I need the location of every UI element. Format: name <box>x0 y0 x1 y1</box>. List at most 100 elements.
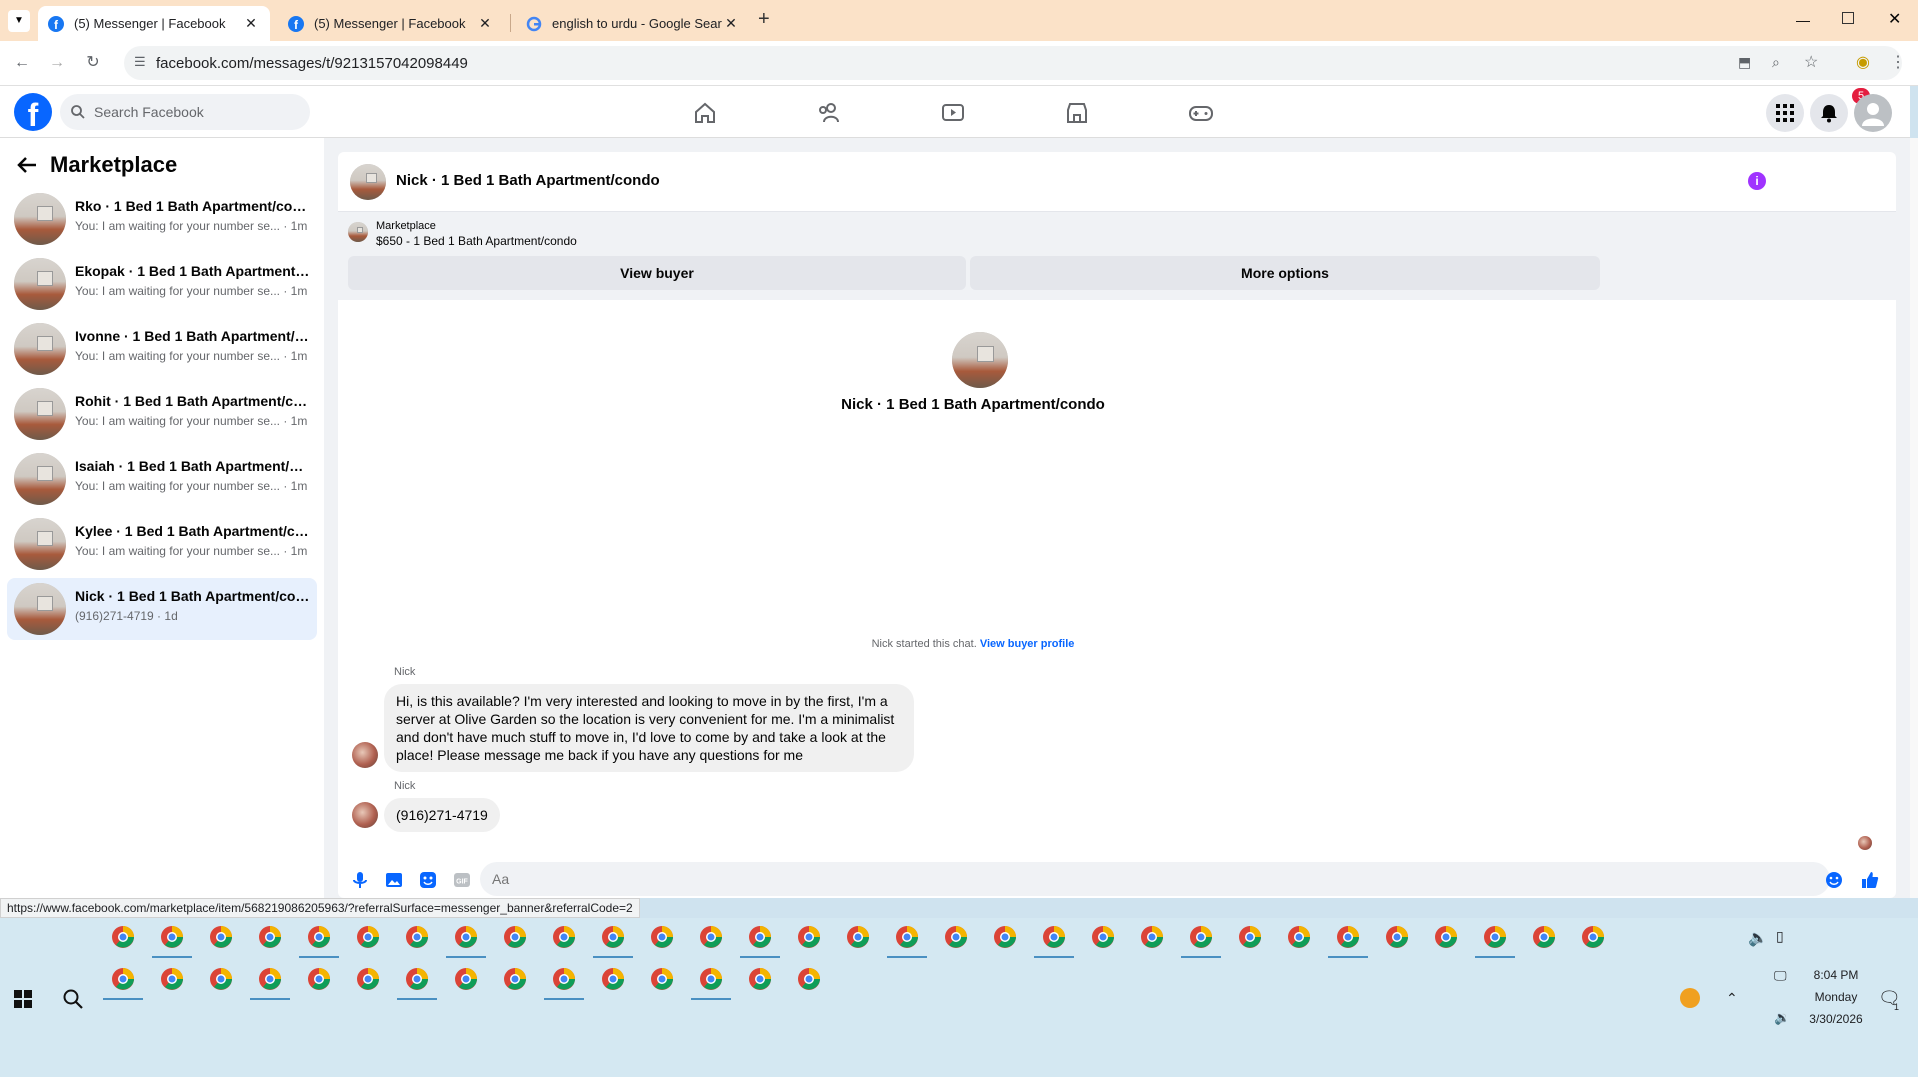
taskbar-app-icon[interactable] <box>453 924 479 950</box>
taskbar-app-icon[interactable] <box>1041 924 1067 950</box>
taskbar-app-icon[interactable] <box>600 924 626 950</box>
taskbar-app-icon[interactable] <box>551 966 577 992</box>
chat-title[interactable]: Nick · 1 Bed 1 Bath Apartment/condo <box>396 172 660 189</box>
taskbar-app-icon[interactable] <box>159 924 185 950</box>
conversation-item[interactable]: Kylee · 1 Bed 1 Bath Apartment/co... You:… <box>7 513 317 575</box>
taskbar-app-icon[interactable] <box>747 966 773 992</box>
taskbar-app-icon[interactable] <box>747 924 773 950</box>
marketplace-icon[interactable] <box>1064 100 1090 126</box>
taskbar-app-icon[interactable] <box>1482 924 1508 950</box>
taskbar-app-icon[interactable] <box>208 924 234 950</box>
speaker-icon[interactable]: 🔉 <box>1774 1010 1790 1026</box>
taskbar-app-icon[interactable] <box>894 924 920 950</box>
banner-item[interactable]: $650 - 1 Bed 1 Bath Apartment/condo <box>376 234 577 248</box>
friends-icon[interactable] <box>816 100 842 126</box>
taskbar-app-icon[interactable] <box>110 924 136 950</box>
restore-icon[interactable] <box>1842 12 1854 24</box>
taskbar-app-icon[interactable] <box>257 924 283 950</box>
network-icon[interactable]: 🖵 <box>1774 968 1787 984</box>
conversation-item[interactable]: Rko · 1 Bed 1 Bath Apartment/condo You: I… <box>7 188 317 250</box>
page-scrollbar[interactable] <box>1910 138 1918 898</box>
sender-avatar[interactable] <box>352 742 378 768</box>
taskbar-app-icon[interactable] <box>992 924 1018 950</box>
account-avatar[interactable] <box>1854 94 1892 132</box>
taskbar-app-icon[interactable] <box>404 966 430 992</box>
view-buyer-button[interactable]: View buyer <box>348 256 966 290</box>
profile-icon[interactable]: ◉ <box>1853 53 1873 73</box>
battery-icon[interactable]: ▯ <box>1776 928 1784 945</box>
search-icon[interactable] <box>62 988 84 1010</box>
conversation-item[interactable]: Nick · 1 Bed 1 Bath Apartment/con... (916… <box>7 578 317 640</box>
taskbar-app-icon[interactable] <box>453 966 479 992</box>
chat-avatar[interactable] <box>350 164 386 200</box>
tab-search-button[interactable]: ▼ <box>8 10 30 32</box>
video-icon[interactable] <box>940 100 966 126</box>
taskbar-app-icon[interactable] <box>1531 924 1557 950</box>
site-info-icon[interactable]: ☰ <box>134 54 146 70</box>
photo-icon[interactable] <box>384 870 404 890</box>
taskbar-app-icon[interactable] <box>551 924 577 950</box>
sticker-icon[interactable] <box>418 870 438 890</box>
taskbar-app-icon[interactable] <box>698 966 724 992</box>
profile-avatar[interactable] <box>952 332 1008 388</box>
gaming-icon[interactable] <box>1188 100 1214 126</box>
taskbar-app-icon[interactable] <box>502 966 528 992</box>
taskbar-app-icon[interactable] <box>796 924 822 950</box>
message-bubble[interactable]: (916)271-4719 <box>384 798 500 832</box>
message-input[interactable] <box>480 862 1830 896</box>
taskbar-app-icon[interactable] <box>404 924 430 950</box>
install-app-icon[interactable]: ⬒ <box>1738 54 1751 71</box>
taskbar-app-icon[interactable] <box>845 924 871 950</box>
back-icon[interactable]: ← <box>12 53 32 73</box>
conversation-item[interactable]: Ekopak · 1 Bed 1 Bath Apartment/c... You:… <box>7 253 317 315</box>
taskbar-app-icon[interactable] <box>355 924 381 950</box>
minimize-icon[interactable]: — <box>1796 12 1810 28</box>
taskbar-app-icon[interactable] <box>1433 924 1459 950</box>
bookmark-star-icon[interactable]: ☆ <box>1804 52 1818 72</box>
address-bar[interactable]: ☰ facebook.com/messages/t/92131570420984… <box>124 46 1902 80</box>
weather-moon-icon[interactable] <box>1680 988 1700 1008</box>
taskbar-app-icon[interactable] <box>159 966 185 992</box>
clock-time[interactable]: 8:04 PM <box>1806 968 1866 982</box>
conversation-item[interactable]: Ivonne · 1 Bed 1 Bath Apartment/c... You:… <box>7 318 317 380</box>
taskbar-app-icon[interactable] <box>257 966 283 992</box>
close-tab-icon[interactable]: ✕ <box>242 15 260 32</box>
taskbar-app-icon[interactable] <box>1188 924 1214 950</box>
taskbar-app-icon[interactable] <box>1090 924 1116 950</box>
more-options-button[interactable]: More options <box>970 256 1600 290</box>
menu-grid-button[interactable] <box>1766 94 1804 132</box>
chevron-up-icon[interactable]: ⌃ <box>1726 990 1738 1007</box>
close-window-icon[interactable]: ✕ <box>1888 9 1901 29</box>
emoji-icon[interactable] <box>1824 870 1844 890</box>
tab-google-search[interactable]: english to urdu - Google Search ✕ <box>516 6 750 41</box>
menu-icon[interactable]: ⋮ <box>1888 53 1908 73</box>
reload-icon[interactable]: ↻ <box>83 53 103 73</box>
forward-icon[interactable]: → <box>47 53 67 73</box>
zoom-icon[interactable]: ⌕ <box>1772 54 1780 71</box>
taskbar-app-icon[interactable] <box>306 924 332 950</box>
new-tab-button[interactable]: + <box>758 8 770 31</box>
home-icon[interactable] <box>692 100 718 126</box>
tab-messenger-2[interactable]: f (5) Messenger | Facebook ✕ <box>278 6 504 41</box>
taskbar-app-icon[interactable] <box>649 924 675 950</box>
taskbar-app-icon[interactable] <box>110 966 136 992</box>
windows-start-icon[interactable] <box>14 990 32 1008</box>
back-arrow-icon[interactable] <box>16 154 38 176</box>
taskbar-app-icon[interactable] <box>943 924 969 950</box>
volume-icon[interactable]: 🔈 <box>1748 928 1768 948</box>
taskbar-app-icon[interactable] <box>1286 924 1312 950</box>
taskbar-app-icon[interactable] <box>1335 924 1361 950</box>
taskbar-app-icon[interactable] <box>1384 924 1410 950</box>
facebook-search-input[interactable]: Search Facebook <box>60 94 310 130</box>
taskbar-app-icon[interactable] <box>600 966 626 992</box>
info-icon[interactable]: i <box>1748 172 1766 190</box>
taskbar-app-icon[interactable] <box>208 966 234 992</box>
taskbar-app-icon[interactable] <box>355 966 381 992</box>
sender-avatar[interactable] <box>352 802 378 828</box>
microphone-icon[interactable] <box>350 870 370 890</box>
taskbar-app-icon[interactable] <box>1139 924 1165 950</box>
gif-icon[interactable]: GIF <box>452 870 472 890</box>
thumbs-up-icon[interactable] <box>1860 870 1880 890</box>
conversation-item[interactable]: Isaiah · 1 Bed 1 Bath Apartment/co... You… <box>7 448 317 510</box>
taskbar-app-icon[interactable] <box>306 966 332 992</box>
